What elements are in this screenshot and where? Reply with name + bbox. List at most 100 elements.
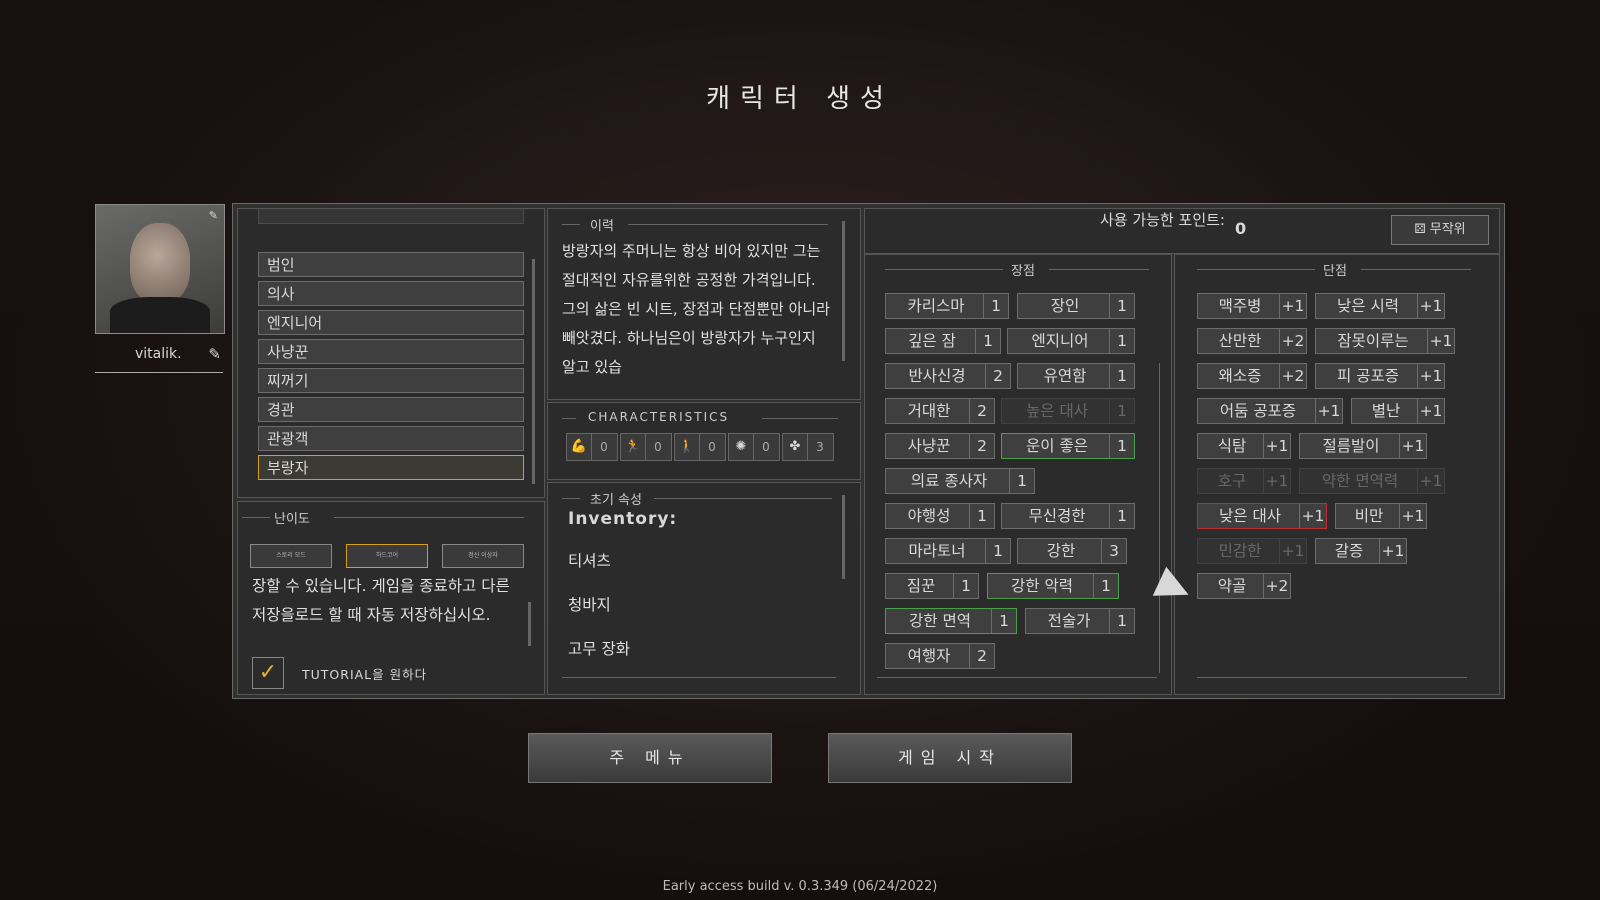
trait-pro[interactable]: 의료 종사자 1 [885,468,1035,494]
trait-pro[interactable]: 사냥꾼 2 [885,433,995,459]
difficulty-hardcore-button[interactable]: 하드코어 [346,544,428,568]
trait-cost: +1 [1279,539,1306,563]
trait-con[interactable]: 별난 +1 [1351,398,1445,424]
trait-con[interactable]: 비만 +1 [1335,503,1427,529]
divider [1049,269,1149,270]
trait-con[interactable]: 산만한 +2 [1197,328,1307,354]
trait-pro[interactable]: 장인 1 [1017,293,1135,319]
trait-name: 식탐 [1217,437,1247,455]
trait-con[interactable]: 식탐 +1 [1197,433,1291,459]
trait-cost: +1 [1379,539,1406,563]
stat-luck-value: 3 [816,440,824,454]
profession-scrollbar[interactable] [532,259,535,484]
trait-pro[interactable]: 짐꾼 1 [885,573,979,599]
edit-portrait-icon[interactable]: ✎ [209,209,218,222]
profession-item[interactable]: 경관 [258,397,524,422]
trait-pro[interactable]: 여행자 2 [885,643,995,669]
trait-cost: +1 [1399,434,1426,458]
profession-item[interactable]: 찌꺼기 [258,368,524,393]
main-menu-button[interactable]: 주 메뉴 [528,733,772,783]
trait-name: 깊은 잠 [908,332,956,350]
clover-icon: ✤ [783,434,808,460]
trait-cost: 1 [1109,609,1134,633]
difficulty-scrollbar[interactable] [528,602,531,646]
trait-pro-selected[interactable]: 운이 좋은 1 [1001,433,1135,459]
profession-item[interactable]: 의사 [258,281,524,306]
trait-cost: 1 [1109,504,1134,528]
trait-pro-selected[interactable]: 강한 면역 1 [885,608,1017,634]
trait-pro[interactable]: 카리스마 1 [885,293,1009,319]
divider [628,224,828,225]
profession-list: 범인 의사 엔지니어 사냥꾼 찌꺼기 경관 관광객 부랑자 [237,208,545,498]
trait-cost: 1 [1109,294,1134,318]
difficulty-story-button[interactable]: 스토리 모드 [250,544,332,568]
trait-pro[interactable]: 야행성 1 [885,503,995,529]
trait-con-disabled: 민감한 +1 [1197,538,1307,564]
trait-pro[interactable]: 무신경한 1 [1001,503,1135,529]
trait-con[interactable]: 절름발이 +1 [1299,433,1427,459]
trait-con[interactable]: 잠못이루는 +1 [1315,328,1455,354]
trait-name: 전술가 [1047,612,1091,630]
trait-pro[interactable]: 강한 3 [1017,538,1127,564]
divider [562,224,580,225]
trait-pro-selected[interactable]: 강한 악력 1 [987,573,1119,599]
trait-name: 낮은 대사 [1219,507,1281,525]
trait-pro[interactable]: 유연함 1 [1017,363,1135,389]
trait-con[interactable]: 갈증 +1 [1315,538,1407,564]
profession-item[interactable]: 사냥꾼 [258,339,524,364]
trait-cost: 1 [1109,434,1134,458]
characteristics-panel: CHARACTERISTICS 💪 0 🏃 0 🚶 0 ✺ 0 ✤ 3 [547,402,861,480]
trait-name: 어둠 공포증 [1219,402,1297,420]
character-name-field[interactable]: vitalik. ✎ [95,345,223,373]
trait-cost: +1 [1417,364,1444,388]
trait-name: 별난 [1371,402,1401,420]
trait-name: 왜소증 [1218,367,1262,385]
pros-scrollbar[interactable] [1159,363,1160,673]
edit-name-icon[interactable]: ✎ [208,345,221,363]
trait-con[interactable]: 약골 +2 [1197,573,1291,599]
difficulty-insane-button[interactable]: 정신 이상자 [442,544,524,568]
random-button[interactable]: ⚄ 무작위 [1391,215,1489,245]
trait-con[interactable]: 피 공포증 +1 [1315,363,1445,389]
trait-con[interactable]: 왜소증 +2 [1197,363,1307,389]
profession-item-partial[interactable] [258,209,524,224]
profession-item[interactable]: 관광객 [258,426,524,451]
trait-name: 비만 [1354,507,1384,525]
trait-pro[interactable]: 마라토너 1 [885,538,1011,564]
screen-title: 캐릭터 생성 [706,84,894,114]
trait-cost: +1 [1315,399,1342,423]
start-game-button[interactable]: 게임 시작 [828,733,1072,783]
character-portrait[interactable]: ✎ [95,204,225,334]
trait-name: 호구 [1217,472,1247,490]
trait-con-disabled: 약한 면역력 +1 [1299,468,1445,494]
trait-pro[interactable]: 전술가 1 [1025,608,1135,634]
trait-cost: +1 [1279,294,1306,318]
divider [562,498,580,499]
trait-con[interactable]: 맥주병 +1 [1197,293,1307,319]
person-icon: 🚶 [675,434,700,460]
trait-cost: 1 [953,574,978,598]
trait-cost: 1 [969,504,994,528]
divider [562,677,836,678]
history-scrollbar[interactable] [842,221,845,361]
trait-name: 여행자 [907,647,951,665]
trait-pro[interactable]: 거대한 2 [885,398,995,424]
trait-name: 사냥꾼 [907,437,951,455]
trait-con[interactable]: 낮은 시력 +1 [1315,293,1445,319]
strength-icon: 💪 [567,434,592,460]
trait-name: 낮은 시력 [1337,297,1399,315]
tutorial-checkbox[interactable]: ✓ [252,657,284,689]
trait-cost: +1 [1263,469,1290,493]
difficulty-label: 난이도 [274,512,310,527]
inventory-scrollbar[interactable] [842,495,845,579]
history-panel: 이력 방랑자의 주머니는 항상 비어 있지만 그는 절대적인 자유를위한 공정한… [547,208,861,400]
trait-pro[interactable]: 엔지니어 1 [1007,328,1135,354]
trait-con[interactable]: 어둠 공포증 +1 [1197,398,1343,424]
trait-name: 엔지니어 [1031,332,1089,350]
profession-item[interactable]: 범인 [258,252,524,277]
trait-pro[interactable]: 깊은 잠 1 [885,328,1001,354]
trait-pro[interactable]: 반사신경 2 [885,363,1011,389]
trait-con-selected[interactable]: 낮은 대사 +1 [1197,503,1327,529]
profession-item-selected[interactable]: 부랑자 [258,455,524,480]
profession-item[interactable]: 엔지니어 [258,310,524,335]
